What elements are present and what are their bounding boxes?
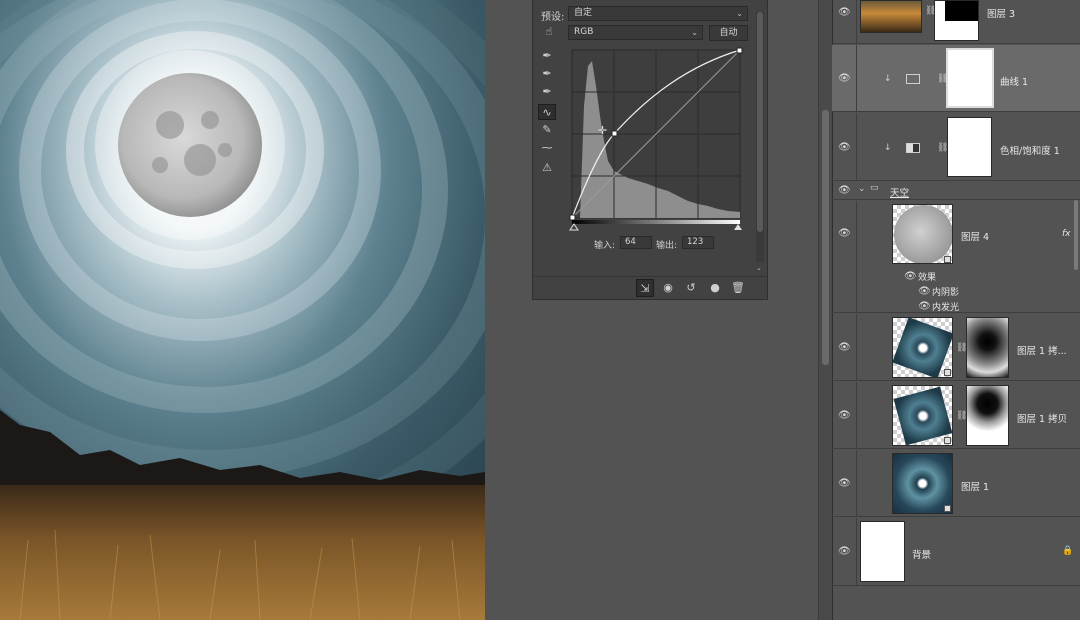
- eye-icon[interactable]: 👁: [838, 547, 852, 557]
- layer-name[interactable]: 色相/饱和度 1: [1000, 143, 1060, 157]
- chevron-down-icon: ⌄: [691, 28, 698, 37]
- crosshair-cursor-icon: ✛: [598, 124, 607, 137]
- preset-label: 预设:: [541, 12, 565, 23]
- clipping-warning-icon[interactable]: ⚠: [538, 160, 556, 176]
- curves-graph[interactable]: ✛: [568, 46, 744, 234]
- layer-mask-thumbnail[interactable]: [966, 385, 1009, 446]
- hue-saturation-adjustment-icon[interactable]: [906, 143, 920, 153]
- eye-icon[interactable]: 👁: [918, 302, 932, 312]
- canvas-artwork: [0, 0, 485, 620]
- workspace-scrollbar[interactable]: [818, 0, 832, 620]
- clip-arrow-icon: ↓: [884, 143, 892, 153]
- layer-name[interactable]: 图层 1 拷贝: [1017, 411, 1067, 425]
- layer-name[interactable]: 曲线 1: [1000, 74, 1028, 88]
- smooth-icon[interactable]: ⁓: [538, 140, 556, 156]
- curves-adjustment-icon[interactable]: [906, 74, 920, 84]
- output-label: 输出:: [656, 241, 678, 251]
- curve-control-point[interactable]: [611, 130, 618, 137]
- eye-icon[interactable]: 👁: [838, 479, 852, 489]
- preset-value: 自定: [574, 8, 593, 18]
- lock-icon[interactable]: 🔒: [1062, 546, 1073, 556]
- eyedropper-gray-icon[interactable]: ✒: [538, 66, 556, 82]
- smart-object-icon: [944, 256, 951, 263]
- channel-select[interactable]: RGB ⌄: [568, 25, 703, 40]
- smart-object-icon: [944, 437, 951, 444]
- layer-mask-thumbnail[interactable]: [934, 0, 979, 41]
- layer-name[interactable]: 背景: [912, 547, 931, 561]
- layer-thumbnail: [892, 204, 953, 264]
- trash-icon[interactable]: 🗑: [729, 279, 747, 297]
- input-label: 输入:: [594, 241, 616, 251]
- pencil-icon[interactable]: ✎: [538, 122, 556, 138]
- layers-scrollbar[interactable]: [1074, 200, 1078, 270]
- clip-to-layer-icon[interactable]: ⇲: [636, 279, 654, 297]
- preset-select[interactable]: 自定 ⌄: [568, 6, 748, 21]
- visibility-icon[interactable]: ●: [706, 279, 724, 297]
- eye-icon[interactable]: 👁: [838, 411, 852, 421]
- reset-icon[interactable]: ↺: [682, 279, 700, 297]
- panel-scrollbar[interactable]: [756, 12, 764, 262]
- eye-icon[interactable]: 👁: [904, 272, 918, 282]
- eyedropper-white-icon[interactable]: ✒: [538, 84, 556, 100]
- effect-item[interactable]: 内阴影: [932, 285, 959, 298]
- channel-value: RGB: [574, 27, 594, 37]
- group-name[interactable]: 天空: [890, 185, 909, 199]
- output-field[interactable]: 123: [682, 236, 714, 249]
- eye-icon[interactable]: 👁: [838, 229, 852, 239]
- curve-point-icon[interactable]: ∿: [538, 104, 556, 120]
- layer-thumbnail: [860, 0, 922, 33]
- layer-mask-thumbnail[interactable]: [947, 117, 992, 177]
- layer-name[interactable]: 图层 4: [961, 229, 989, 243]
- chevron-down-icon: ⌄: [736, 9, 743, 18]
- document-canvas[interactable]: [0, 0, 485, 620]
- chevron-down-icon[interactable]: ⌄: [858, 184, 866, 194]
- auto-button[interactable]: 自动: [709, 25, 748, 41]
- white-slider-icon[interactable]: [734, 224, 742, 230]
- eye-icon[interactable]: 👁: [838, 143, 852, 153]
- layer-name[interactable]: 图层 3: [987, 6, 1015, 20]
- smart-object-icon: [944, 505, 951, 512]
- curve-endpoint-white[interactable]: [736, 47, 743, 54]
- layer-mask-thumbnail[interactable]: [946, 48, 994, 108]
- effect-item[interactable]: 内发光: [932, 300, 959, 313]
- eye-icon[interactable]: 👁: [918, 287, 932, 297]
- eyedropper-black-icon[interactable]: ✒: [538, 48, 556, 64]
- layer-row[interactable]: [832, 450, 1080, 517]
- target-adjust-icon[interactable]: ☝: [540, 24, 558, 40]
- layer-mask-thumbnail[interactable]: [966, 317, 1009, 378]
- view-previous-icon[interactable]: ◉: [659, 279, 677, 297]
- input-field[interactable]: 64: [620, 236, 652, 249]
- effects-label[interactable]: 效果: [918, 270, 936, 283]
- black-slider-icon[interactable]: [569, 223, 579, 231]
- clip-arrow-icon: ↓: [884, 74, 892, 84]
- folder-icon: ▭: [870, 183, 879, 193]
- scroll-down-icon[interactable]: ⌄: [756, 264, 762, 272]
- eye-icon[interactable]: 👁: [838, 343, 852, 353]
- smart-object-icon: [944, 369, 951, 376]
- layer-name[interactable]: 图层 1: [961, 479, 989, 493]
- fx-icon[interactable]: fx: [1062, 229, 1071, 239]
- eye-icon[interactable]: 👁: [838, 186, 852, 196]
- layer-name[interactable]: 图层 1 拷...: [1017, 343, 1067, 357]
- layer-thumbnail: [860, 521, 905, 582]
- curve-endpoint-black[interactable]: [569, 214, 576, 221]
- eye-icon[interactable]: 👁: [838, 8, 852, 18]
- eye-icon[interactable]: 👁: [838, 74, 852, 84]
